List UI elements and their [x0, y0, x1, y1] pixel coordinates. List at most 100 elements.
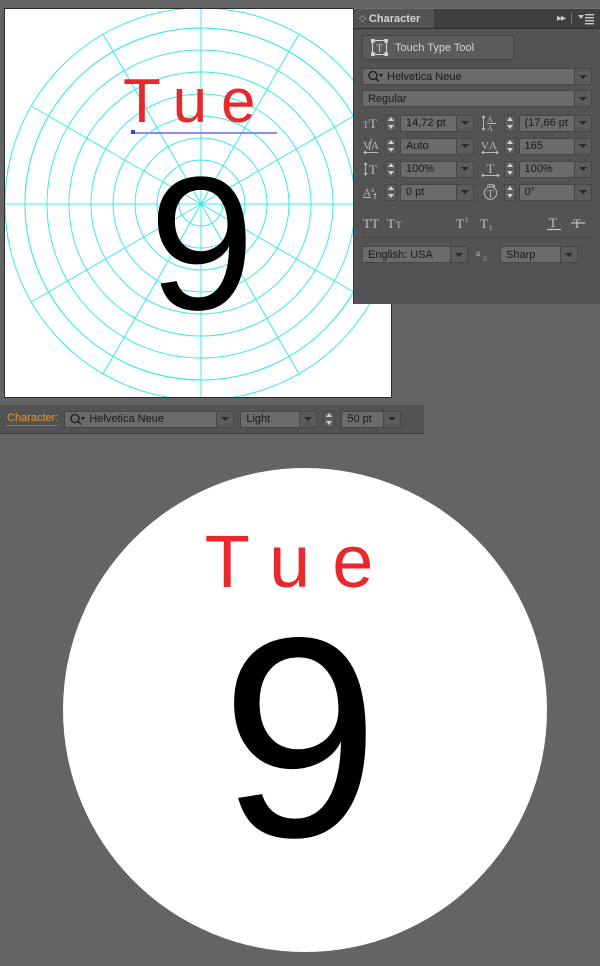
baseline-shift-icon: A a: [362, 183, 382, 201]
baseline-shift-stepper[interactable]: [385, 183, 397, 201]
canvas-text-nine[interactable]: 9: [149, 149, 255, 339]
caret-down-icon: [388, 417, 397, 421]
stepper-up-icon[interactable]: [388, 186, 394, 191]
stepper-up-icon[interactable]: [506, 163, 513, 168]
character-panel[interactable]: ◇ Character ▸▸ T Touch Type Tool Helveti…: [353, 8, 600, 304]
stepper-up-icon[interactable]: [506, 140, 513, 145]
stepper-down-icon[interactable]: [506, 147, 513, 152]
font-family-field[interactable]: Helvetica Neue: [362, 68, 592, 85]
vertical-scale-field[interactable]: 100%: [400, 160, 474, 178]
canvas-area[interactable]: Tue 9: [0, 0, 392, 400]
kerning-dropdown[interactable]: [455, 138, 473, 154]
stepper-up-icon[interactable]: [388, 140, 394, 145]
canvas-text-tue[interactable]: Tue: [123, 71, 270, 133]
horizontal-scale-field[interactable]: 100%: [518, 160, 592, 178]
stepper-down-icon[interactable]: [388, 193, 394, 198]
small-caps-icon[interactable]: T T: [386, 213, 410, 233]
control-bar-font-size-value: 50 pt: [347, 413, 372, 425]
control-bar-font-family-dropdown[interactable]: [216, 411, 234, 427]
stepper-down-icon[interactable]: [506, 193, 513, 198]
control-bar-font-size-dropdown[interactable]: [383, 411, 401, 427]
stepper-down-icon[interactable]: [388, 124, 394, 129]
font-size-cell: T T 14,72 pt: [362, 114, 474, 132]
control-bar-character-label[interactable]: Character:: [7, 412, 59, 426]
baseline-shift-field[interactable]: 0 pt: [400, 183, 474, 201]
leading-field[interactable]: (17,66 pt: [518, 114, 592, 132]
caret-down-icon: [579, 96, 587, 101]
font-size-stepper[interactable]: [385, 114, 397, 132]
tab-character[interactable]: ◇ Character: [354, 9, 435, 28]
kerning-icon: V A: [362, 137, 382, 155]
kerning-stepper[interactable]: [385, 137, 397, 155]
font-size-icon: T T: [362, 114, 382, 132]
control-bar-font-size-field[interactable]: 50 pt: [341, 410, 402, 428]
svg-text:T: T: [480, 216, 488, 231]
font-family-value: Helvetica Neue: [387, 70, 462, 83]
caret-down-icon: [579, 190, 587, 194]
caret-down-icon: [565, 252, 573, 257]
touch-type-tool-icon: T: [371, 39, 388, 56]
stepper-up-icon[interactable]: [388, 117, 394, 122]
caret-down-icon: [221, 417, 230, 421]
type-style-buttons: TT T T T 1 T 1 T: [362, 211, 592, 238]
vertical-scale-stepper[interactable]: [385, 160, 397, 178]
strikethrough-icon[interactable]: T: [568, 213, 592, 233]
all-caps-icon[interactable]: TT: [362, 213, 386, 233]
font-family-dropdown[interactable]: [574, 69, 591, 84]
horizontal-scale-value: 100%: [524, 163, 553, 175]
stepper-up-icon[interactable]: [388, 163, 394, 168]
panel-body: T Touch Type Tool Helvetica Neue Regular: [354, 29, 600, 263]
anti-aliasing-dropdown[interactable]: [560, 247, 577, 262]
control-bar-font-style-field[interactable]: Light: [240, 410, 318, 428]
panel-menu-icon[interactable]: [578, 13, 594, 25]
double-chevron-right-icon[interactable]: ▸▸: [557, 13, 566, 24]
superscript-icon[interactable]: T 1: [453, 213, 477, 233]
tracking-dropdown[interactable]: [574, 138, 591, 154]
svg-text:T: T: [369, 162, 377, 177]
leading-stepper[interactable]: [503, 114, 516, 132]
control-bar-font-family-field[interactable]: Helvetica Neue: [64, 410, 235, 428]
stepper-down-icon[interactable]: [388, 170, 394, 175]
control-bar-font-size-stepper[interactable]: [323, 410, 336, 428]
horizontal-scale-stepper[interactable]: [503, 160, 516, 178]
language-dropdown[interactable]: [450, 247, 467, 262]
leading-dropdown[interactable]: [574, 115, 591, 131]
font-style-dropdown[interactable]: [574, 91, 591, 106]
underline-icon[interactable]: T: [544, 213, 568, 233]
baseline-shift-dropdown[interactable]: [455, 184, 473, 200]
caret-down-icon: [460, 121, 469, 125]
character-rotation-field[interactable]: 0°: [518, 183, 592, 201]
language-field[interactable]: English: USA: [362, 246, 468, 263]
character-rotation-stepper[interactable]: [503, 183, 516, 201]
artboard[interactable]: Tue 9: [4, 8, 392, 398]
font-size-field[interactable]: 14,72 pt: [400, 114, 474, 132]
font-search-icon[interactable]: [69, 413, 86, 426]
stepper-up-icon[interactable]: [506, 186, 513, 191]
stepper-down-icon[interactable]: [388, 147, 394, 152]
stepper-up-icon[interactable]: [326, 413, 333, 418]
stepper-down-icon[interactable]: [506, 124, 513, 129]
caret-down-icon: [460, 167, 469, 171]
anti-aliasing-value: Sharp: [506, 248, 536, 261]
control-bar-font-style-dropdown[interactable]: [299, 411, 317, 427]
vertical-scale-dropdown[interactable]: [455, 161, 473, 177]
stepper-down-icon[interactable]: [326, 420, 333, 425]
touch-type-tool-button[interactable]: T Touch Type Tool: [362, 35, 514, 60]
font-search-icon[interactable]: [367, 70, 384, 83]
kerning-field[interactable]: Auto: [400, 137, 474, 155]
character-rotation-dropdown[interactable]: [574, 184, 591, 200]
horizontal-scale-icon: T: [481, 160, 501, 178]
svg-text:A: A: [489, 140, 497, 152]
tracking-field[interactable]: 165: [518, 137, 592, 155]
svg-text:T: T: [549, 216, 557, 230]
tracking-stepper[interactable]: [503, 137, 516, 155]
anti-aliasing-field[interactable]: Sharp: [500, 246, 578, 263]
stepper-up-icon[interactable]: [506, 117, 513, 122]
panel-tab-bar[interactable]: ◇ Character ▸▸: [354, 9, 600, 29]
font-style-field[interactable]: Regular: [362, 90, 592, 107]
horizontal-scale-dropdown[interactable]: [574, 161, 591, 177]
subscript-icon[interactable]: T 1: [477, 213, 501, 233]
font-size-dropdown[interactable]: [455, 115, 473, 131]
svg-text:T: T: [376, 44, 382, 55]
stepper-down-icon[interactable]: [506, 170, 513, 175]
